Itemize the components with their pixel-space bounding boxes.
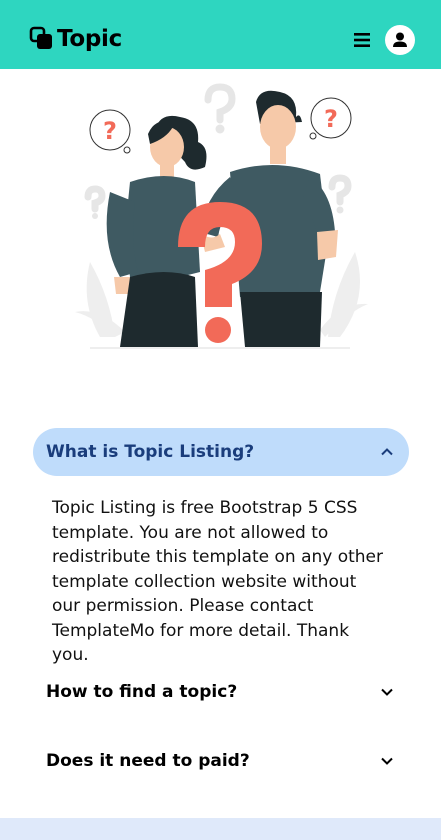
user-icon [393,32,407,47]
faq-question-text: What is Topic Listing? [46,442,255,462]
faq-answer-1: Topic Listing is free Bootstrap 5 CSS te… [52,498,384,665]
user-avatar-button[interactable] [385,25,415,55]
brand-name: Topic [57,26,122,52]
footer-strip [0,818,441,840]
chevron-up-icon [381,448,393,456]
hamburger-icon[interactable] [352,30,372,50]
svg-text:?: ? [324,105,338,133]
brand-icon [29,26,52,49]
faq-question-button-3[interactable]: Does it need to paid? [33,737,409,785]
faq-question-text: Does it need to paid? [46,751,250,771]
brand-logo[interactable]: Topic [29,26,122,52]
hero-illustration: ? ? [75,83,368,349]
svg-text:?: ? [103,117,117,145]
faq-question-button-1[interactable]: What is Topic Listing? [33,428,409,476]
faq-question-text: How to find a topic? [46,682,238,702]
chevron-down-icon [381,688,393,696]
faq-question-button-2[interactable]: How to find a topic? [33,668,409,716]
navbar: Topic [0,0,441,69]
faq-item-1: What is Topic Listing? [33,428,409,476]
chevron-down-icon [381,757,393,765]
faq-item-3: Does it need to paid? [33,737,409,785]
faq-item-2: How to find a topic? [33,668,409,716]
